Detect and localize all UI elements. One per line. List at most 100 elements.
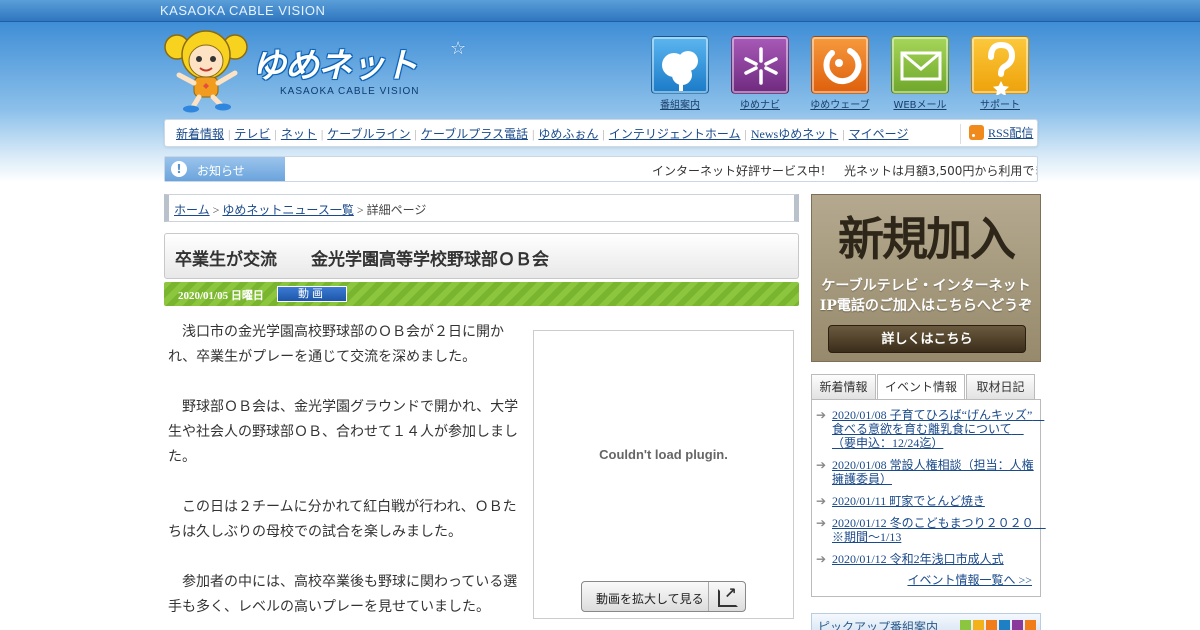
menu-item-news-yumenet[interactable]: Newsゆめネット [751, 127, 838, 141]
nav-yumewave-label[interactable]: ゆめウェーブ [810, 96, 870, 111]
banner-title: 新規加入 [838, 212, 1016, 266]
color-swatch [1012, 620, 1023, 630]
event-link[interactable]: 2020/01/08 常設人権相談（担当：人権擁護委員） [832, 458, 1034, 486]
notice-ticker[interactable]: インターネット好評サービス中！ 光ネットは月額3,500円から利用でき [652, 162, 1037, 179]
logo-text: ゆめネット [252, 46, 418, 86]
menu-item-yumephone[interactable]: ゆめふぉん [538, 127, 598, 141]
menu-item-cableplus-phone[interactable]: ケーブルプラス電話 [421, 127, 528, 141]
banner-line: ケーブルテレビ・インターネット [821, 278, 1031, 294]
sidebar-tabs: 新着情報 イベント情報 取材日記 [811, 374, 1041, 401]
arrow-right-icon: ➔ [816, 552, 827, 566]
event-link[interactable]: 2020/01/11 町家でとんど焼き [832, 494, 985, 508]
color-swatch [960, 620, 971, 630]
banner-details-button[interactable]: 詳しくはこちら [828, 325, 1026, 353]
article-paragraph: 浅口市の金光学園高校野球部のＯＢ会が２日に開かれ、卒業生がプレーを通じて交流を深… [168, 324, 504, 365]
menu-item-news[interactable]: 新着情報 [176, 127, 224, 141]
event-link[interactable]: 2020/01/08 子育てひろば“げんキッズ” 食べる意欲を育む離乳食について… [832, 408, 1044, 450]
breadcrumb-news-list[interactable]: ゆめネットニュース一覧 [222, 203, 353, 217]
icon-navigation: 番組案内 ゆめナビ ゆめウェーブ WEBメール サポート [650, 36, 1040, 112]
external-window-icon [708, 582, 745, 611]
menu-item-intelligent-home[interactable]: インテリジェントホーム [609, 127, 741, 141]
arrow-right-icon: ➔ [816, 408, 827, 422]
article-body: 浅口市の金光学園高校野球部のＯＢ会が２日に開かれ、卒業生がプレーを通じて交流を深… [168, 320, 522, 620]
notice-label: お知らせ [197, 164, 245, 178]
list-item: ➔ 2020/01/12 令和2年浅口市成人式 [816, 552, 1038, 566]
color-swatch [986, 620, 997, 630]
nav-support-label[interactable]: サポート [970, 96, 1030, 111]
menu-item-tv[interactable]: テレビ [234, 127, 270, 141]
banner-line: IP電話のご加入はこちらへどうぞ [819, 298, 1033, 314]
events-panel: ➔ 2020/01/08 子育てひろば“げんキッズ” 食べる意欲を育む離乳食につい… [811, 399, 1046, 597]
article-paragraph [168, 470, 522, 495]
tab-reporting-diary[interactable]: 取材日記 [966, 374, 1035, 400]
article-paragraph: この日は２チームに分かれて紅白戦が行われ、ＯＢたちは久しぶりの母校での試合を楽し… [168, 499, 517, 540]
notice-bar: ! お知らせ インターネット好評サービス中！ 光ネットは月額3,500円から利用… [164, 156, 1038, 182]
notice-tag: ! お知らせ [165, 157, 285, 181]
article-paragraph [168, 370, 522, 395]
video-player[interactable]: Couldn't load plugin. [533, 330, 794, 619]
plugin-error-message: Couldn't load plugin. [599, 447, 728, 462]
menu-item-mypage[interactable]: マイページ [849, 127, 909, 141]
article-date: 2020/01/05 日曜日 [178, 290, 264, 302]
yumenavi-icon[interactable] [731, 36, 789, 94]
breadcrumb: ホーム > ゆめネットニュース一覧 > 詳細ページ [164, 194, 799, 222]
nav-support[interactable]: サポート [970, 36, 1030, 111]
nav-yumewave[interactable]: ゆめウェーブ [810, 36, 870, 111]
breadcrumb-separator: > [356, 203, 364, 217]
top-brand-bar: KASAOKA CABLE VISION [0, 0, 1200, 22]
menu-separator: | [842, 127, 845, 141]
article-paragraph [168, 545, 522, 570]
tv-guide-icon[interactable] [651, 36, 709, 94]
mail-icon[interactable] [891, 36, 949, 94]
menu-separator: | [532, 127, 535, 141]
event-link[interactable]: 2020/01/12 令和2年浅口市成人式 [832, 552, 1004, 566]
breadcrumb-current: 詳細ページ [366, 203, 427, 217]
rss-label[interactable]: RSS配信 [988, 126, 1033, 140]
arrow-right-icon: ➔ [816, 494, 827, 508]
nav-tv-guide[interactable]: 番組案内 [650, 36, 710, 111]
mascot-logo-icon[interactable] [163, 25, 249, 113]
nav-yumenavi-label[interactable]: ゆめナビ [730, 96, 790, 111]
rss-link[interactable]: RSS配信 [960, 124, 1036, 144]
menu-separator: | [744, 127, 747, 141]
arrow-right-icon: ➔ [816, 516, 827, 530]
logo-subtitle: KASAOKA CABLE VISION [280, 86, 420, 97]
brand-bar-text: KASAOKA CABLE VISION [160, 3, 326, 18]
breadcrumb-inner: ホーム > ゆめネットニュース一覧 > 詳細ページ [174, 201, 426, 218]
article-paragraph: 参加者の中には、高校卒業後も野球に関わっている選手も多く、レベルの高いプレーを見… [168, 574, 518, 615]
breadcrumb-home[interactable]: ホーム [174, 203, 210, 217]
event-link[interactable]: 2020/01/12 冬のこどもまつり２０２０ ※期間～1/13 [832, 516, 1046, 544]
rss-icon [969, 125, 984, 140]
nav-webmail-label[interactable]: WEBメール [890, 96, 950, 111]
nav-tv-guide-label[interactable]: 番組案内 [650, 96, 710, 111]
site-logo[interactable]: ゆめネット ☆ KASAOKA CABLE VISION [250, 38, 472, 100]
global-menu: 新着情報 | テレビ | ネット | ケーブルライン | ケーブルプラス電話 | ゆめふぉん | インテ… [164, 119, 1038, 147]
yumewave-icon[interactable] [811, 36, 869, 94]
pickup-label: ピックアップ番組案内 [818, 620, 939, 630]
menu-item-net[interactable]: ネット [281, 127, 317, 141]
video-badge: 動画 [277, 286, 347, 302]
color-swatch [1025, 620, 1036, 630]
exclamation-icon: ! [171, 161, 187, 177]
article-date-bar: 2020/01/05 日曜日 動画 [164, 282, 799, 306]
article-title-box: 卒業生が交流 金光学園高等学校野球部ＯＢ会 [164, 233, 799, 279]
article-paragraph: 野球部ＯＢ会は、金光学園グラウンドで開かれ、大学生や社会人の野球部ＯＢ、合わせて… [168, 399, 519, 465]
expand-video-button[interactable]: 動画を拡大して見る [581, 581, 746, 612]
color-swatch [973, 620, 984, 630]
color-swatch [999, 620, 1010, 630]
events-more-link[interactable]: イベント情報一覧へ >> [907, 571, 1032, 588]
new-subscription-banner[interactable]: 新規加入 ケーブルテレビ・インターネット IP電話のご加入はこちらへどうぞ 詳し… [811, 194, 1041, 362]
menu-item-cableline[interactable]: ケーブルライン [327, 127, 410, 141]
tab-news[interactable]: 新着情報 [811, 374, 876, 400]
list-item: ➔ 2020/01/12 冬のこどもまつり２０２０ ※期間～1/13 [816, 516, 1046, 544]
nav-webmail[interactable]: WEBメール [890, 36, 950, 111]
menu-separator: | [320, 127, 324, 141]
star-icon: ☆ [450, 38, 467, 59]
arrow-right-icon: ➔ [816, 458, 827, 472]
nav-yumenavi[interactable]: ゆめナビ [730, 36, 790, 111]
support-icon[interactable] [971, 36, 1029, 96]
menu-separator: | [414, 127, 417, 141]
menu-separator: | [602, 127, 605, 141]
tab-events[interactable]: イベント情報 [877, 374, 965, 401]
menu-items: 新着情報 | テレビ | ネット | ケーブルライン | ケーブルプラス電話 | ゆめふぉん | インテ… [176, 125, 908, 142]
